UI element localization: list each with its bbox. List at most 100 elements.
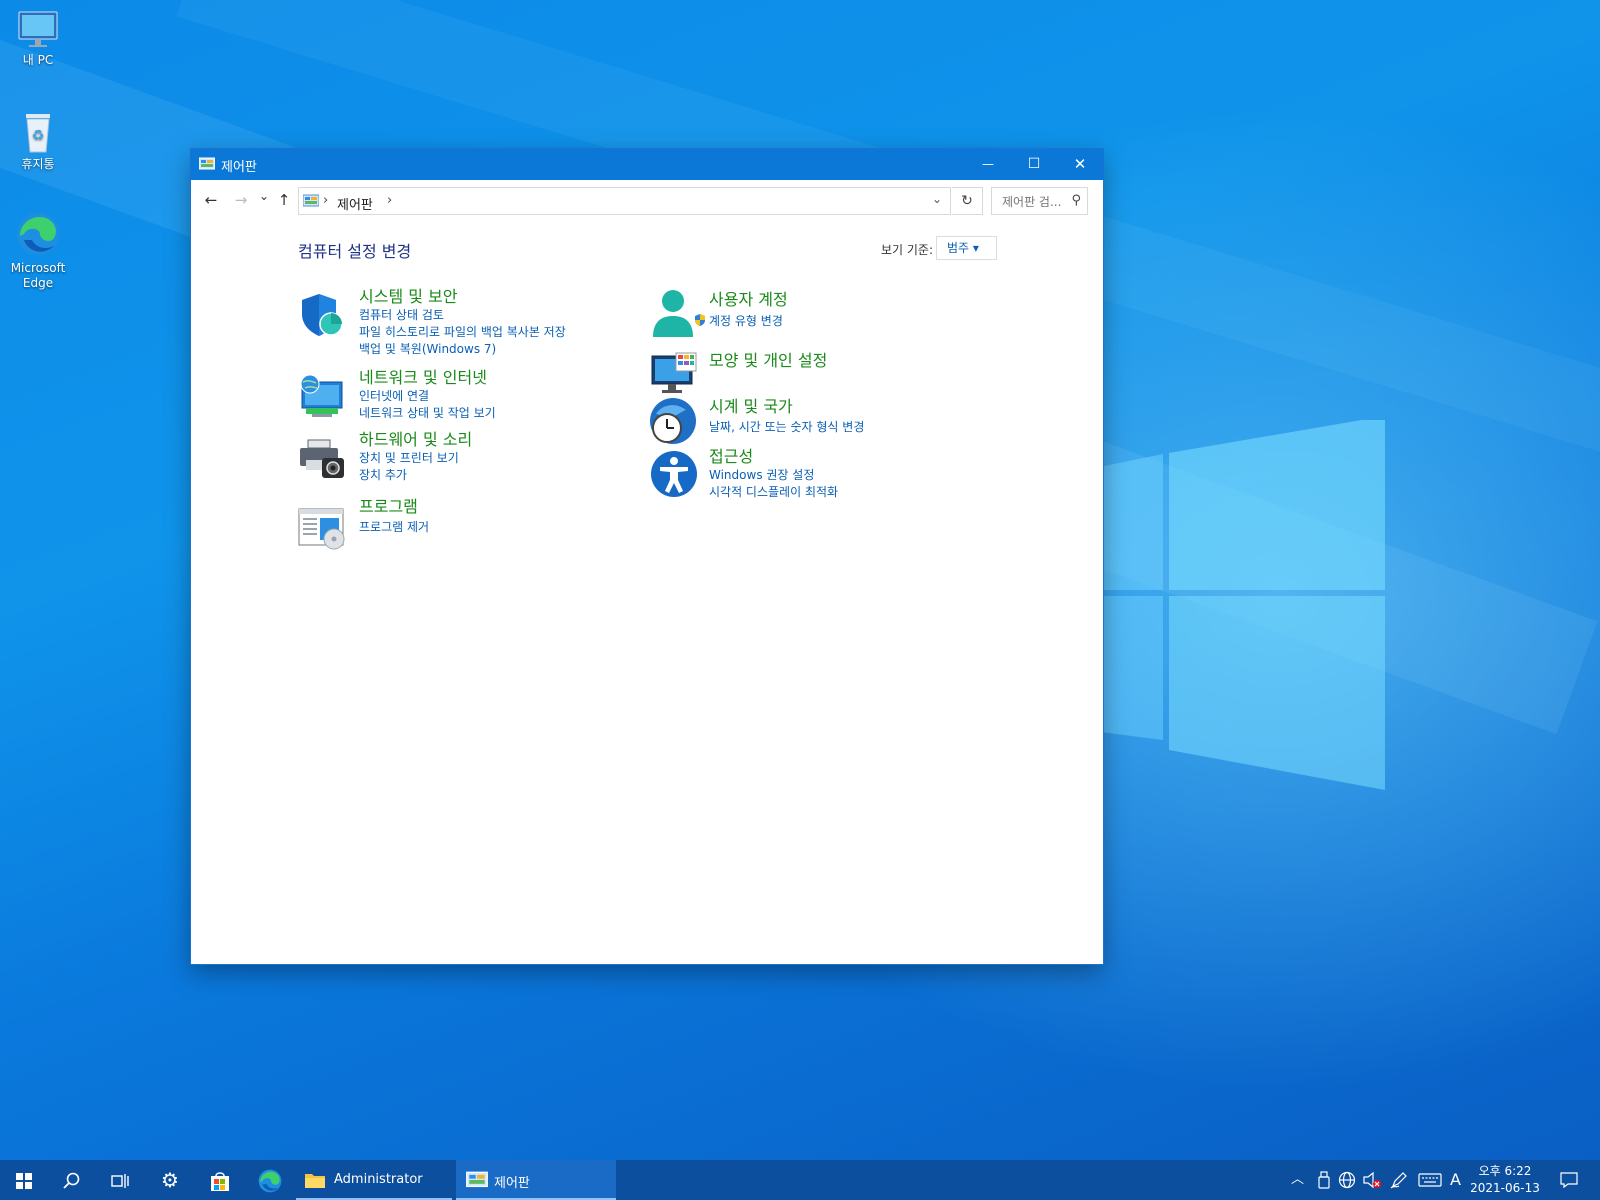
windows-logo-wallpaper [1085,420,1385,790]
search-icon [63,1172,80,1189]
category-title[interactable]: 시스템 및 보안 [359,287,566,307]
clock-time: 오후 6:22 [1478,1164,1532,1178]
edge-icon [17,213,59,255]
touch-keyboard-icon[interactable] [1418,1160,1442,1200]
address-dropdown-icon[interactable]: ⌄ [932,192,942,206]
category-title[interactable]: 모양 및 개인 설정 [709,351,827,371]
volume-muted-icon[interactable] [1362,1160,1382,1200]
view-by-label: 보기 기준: [881,243,934,257]
category-title[interactable]: 하드웨어 및 소리 [359,430,472,450]
minimize-button[interactable]: — [965,149,1011,180]
store-button[interactable] [196,1160,244,1200]
search-input[interactable] [1000,189,1074,215]
category-title[interactable]: 시계 및 국가 [709,397,864,417]
control-panel-window: 제어판 — ☐ ✕ ← → ⌄ ↑ › 제어판 › ⌄ ↻ ⚲ 컴퓨터 설정 변… [191,149,1103,964]
link-file-history[interactable]: 파일 히스토리로 파일의 백업 복사본 저장 [359,324,566,341]
breadcrumb-separator[interactable]: › [387,193,392,208]
monitor-icon [18,11,58,47]
category-network-internet: 네트워크 및 인터넷 인터넷에 연결 네트워크 상태 및 작업 보기 [359,368,496,422]
edge-taskbar-button[interactable] [246,1160,294,1200]
pen-workspace-icon[interactable] [1390,1160,1408,1200]
link-date-time-format[interactable]: 날짜, 시간 또는 숫자 형식 변경 [709,419,864,436]
category-appearance: 모양 및 개인 설정 [709,351,827,371]
task-view-button[interactable] [96,1160,144,1200]
programs-icon[interactable] [298,507,346,551]
folder-icon [305,1174,325,1188]
breadcrumb-control-panel[interactable]: 제어판 [337,194,373,213]
link-change-account-type[interactable]: 계정 유형 변경 [693,313,788,330]
task-view-icon [111,1173,129,1188]
desktop-icon-label: 휴지통 [21,157,55,171]
search-box[interactable]: ⚲ [991,187,1088,215]
link-uninstall-program[interactable]: 프로그램 제거 [359,519,429,536]
search-icon[interactable]: ⚲ [1071,193,1081,208]
taskbar-app-control-panel[interactable]: 제어판 [456,1160,616,1200]
desktop-icon-edge[interactable]: Microsoft Edge [0,210,76,291]
refresh-button[interactable]: ↻ [952,187,983,215]
back-button[interactable]: ← [201,191,221,209]
user-accounts-icon[interactable] [650,289,696,339]
category-system-security: 시스템 및 보안 컴퓨터 상태 검토 파일 히스토리로 파일의 백업 복사본 저… [359,287,566,358]
svg-text:♻: ♻ [32,128,45,144]
network-globe-icon[interactable] [1338,1160,1356,1200]
forward-button[interactable]: → [231,191,251,209]
notifications-icon[interactable] [1560,1160,1578,1200]
desktop-icon-this-pc[interactable]: 내 PC [0,10,76,68]
taskbar-app-file-explorer[interactable]: Administrator [296,1160,452,1200]
view-by-dropdown[interactable]: 범주 ▾ [936,236,997,260]
category-programs: 프로그램 프로그램 제거 [359,497,429,536]
title-bar[interactable]: 제어판 — ☐ ✕ [191,149,1103,180]
link-backup-restore[interactable]: 백업 및 복원(Windows 7) [359,341,566,358]
control-panel-icon [303,194,319,207]
address-bar[interactable]: › 제어판 › ⌄ [298,187,951,215]
search-button[interactable] [48,1160,96,1200]
link-review-status[interactable]: 컴퓨터 상태 검토 [359,307,566,324]
category-hardware-sound: 하드웨어 및 소리 장치 및 프린터 보기 장치 추가 [359,430,472,484]
printer-icon[interactable] [298,438,346,480]
accessibility-icon[interactable] [650,450,698,498]
category-user-accounts: 사용자 계정 계정 유형 변경 [695,290,788,330]
settings-button[interactable]: ⚙ [146,1160,194,1200]
category-title[interactable]: 네트워크 및 인터넷 [359,368,496,388]
link-network-status[interactable]: 네트워크 상태 및 작업 보기 [359,405,496,422]
link-optimize-display[interactable]: 시각적 디스플레이 최적화 [709,484,838,501]
usb-device-icon[interactable] [1318,1160,1330,1200]
up-button[interactable]: ↑ [274,191,294,209]
breadcrumb-separator: › [323,193,329,208]
category-clock-region: 시계 및 국가 날짜, 시간 또는 숫자 형식 변경 [709,397,864,436]
store-icon [211,1171,229,1191]
taskbar-app-label: Administrator [334,1172,423,1187]
maximize-button[interactable]: ☐ [1011,149,1057,180]
recent-locations-button[interactable]: ⌄ [254,189,274,203]
close-button[interactable]: ✕ [1057,149,1103,180]
desktop-icon-label: Microsoft Edge [10,261,66,290]
link-devices-printers[interactable]: 장치 및 프린터 보기 [359,450,472,467]
control-panel-icon [466,1171,488,1188]
link-connect-internet[interactable]: 인터넷에 연결 [359,388,496,405]
system-clock[interactable]: 오후 6:22 2021-06-13 [1460,1163,1550,1197]
category-title[interactable]: 사용자 계정 [709,290,788,310]
taskbar-app-label: 제어판 [494,1176,530,1191]
edge-icon [258,1169,282,1192]
category-title[interactable]: 프로그램 [359,497,429,517]
appearance-personalization-icon[interactable] [650,352,698,396]
shield-icon[interactable] [298,292,344,338]
category-accessibility: 접근성 Windows 권장 설정 시각적 디스플레이 최적화 [709,447,838,501]
clock-region-icon[interactable] [648,396,698,446]
link-add-device[interactable]: 장치 추가 [359,467,472,484]
show-hidden-icons-chevron-icon[interactable]: ︿ [1291,1160,1304,1200]
recycle-bin-icon: ♻ [26,114,50,153]
start-button[interactable] [0,1160,48,1200]
link-label[interactable]: 계정 유형 변경 [709,314,783,328]
desktop-icon-label: 내 PC [22,53,54,67]
uac-shield-icon [695,314,705,326]
gear-icon: ⚙ [161,1168,179,1192]
category-title[interactable]: 접근성 [709,447,838,467]
network-icon[interactable] [298,374,344,420]
link-windows-recommended[interactable]: Windows 권장 설정 [709,467,838,484]
window-title: 제어판 [221,160,257,175]
page-title: 컴퓨터 설정 변경 [298,242,412,261]
desktop-icon-recycle-bin[interactable]: ♻ 휴지통 [0,110,76,172]
windows-start-icon [16,1172,32,1189]
clock-date: 2021-06-13 [1470,1181,1540,1195]
